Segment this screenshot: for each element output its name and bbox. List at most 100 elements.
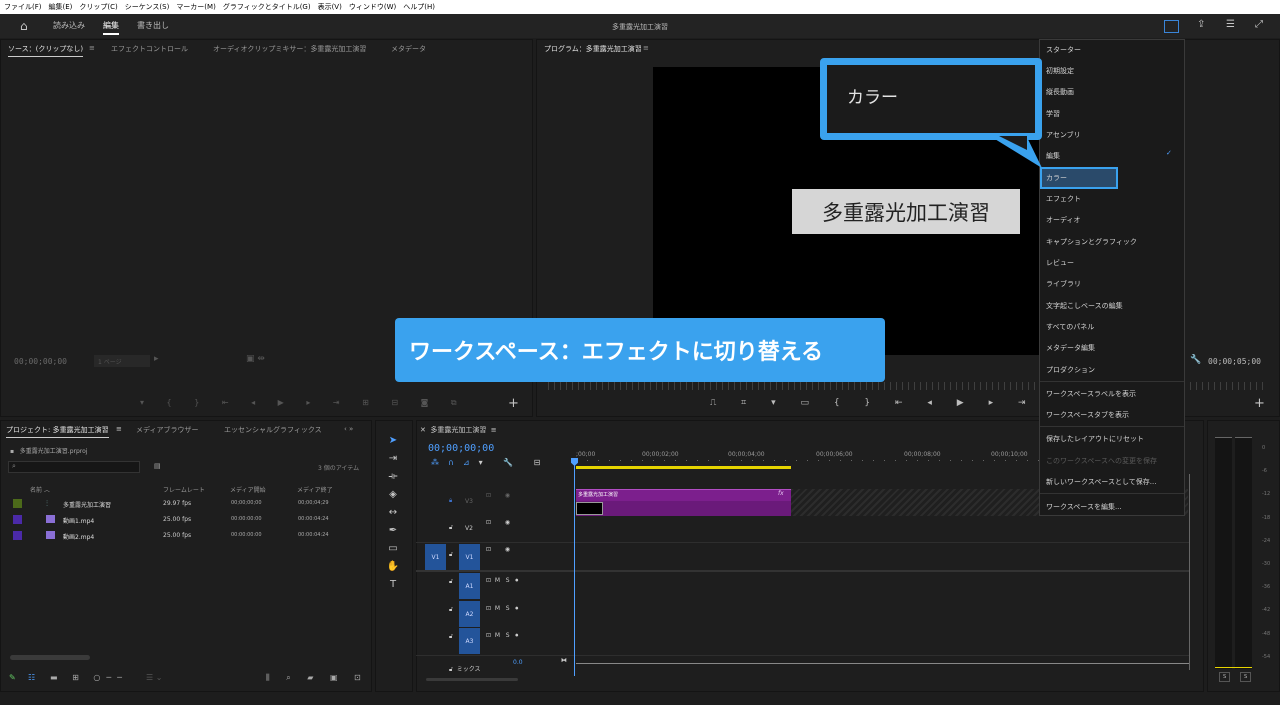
menu-option-labels[interactable]: ワークスペースラベルを表示 bbox=[1046, 389, 1136, 399]
solo-left-button[interactable]: S bbox=[1219, 672, 1231, 682]
track-label-v3[interactable]: V3 bbox=[465, 498, 473, 505]
menu-item-review[interactable]: レビュー bbox=[1046, 258, 1074, 268]
lock-icon[interactable]: 🔓︎ bbox=[449, 551, 453, 559]
tab-program[interactable]: プログラム：多重露光加工演習 bbox=[544, 44, 642, 56]
project-search-input[interactable]: ⌕ bbox=[8, 461, 140, 473]
ripple-edit-tool-icon[interactable]: ⟛ bbox=[386, 468, 400, 486]
timeline-tab[interactable]: ✕ 多重露光加工演習 ≡ bbox=[420, 425, 497, 435]
menu-item-audio[interactable]: オーディオ bbox=[1046, 215, 1081, 225]
tab-source[interactable]: ソース：(クリップなし) bbox=[8, 44, 84, 57]
col-media-start[interactable]: メディア開始 bbox=[230, 485, 266, 494]
menu-window[interactable]: ウィンドウ(W) bbox=[349, 2, 396, 12]
menu-edit[interactable]: 編集(E) bbox=[49, 2, 73, 12]
menu-action-edit[interactable]: ワークスペースを編集... bbox=[1046, 502, 1122, 512]
selection-tool-icon[interactable]: ➤ bbox=[386, 432, 400, 450]
menu-help[interactable]: ヘルプ(H) bbox=[403, 2, 435, 12]
pencil-icon[interactable]: ✎ bbox=[9, 673, 16, 682]
menu-clip[interactable]: クリップ(C) bbox=[79, 2, 117, 12]
menu-item-default[interactable]: 初期設定 bbox=[1046, 66, 1074, 76]
lock-icon[interactable]: 🔓︎ bbox=[449, 524, 453, 532]
tab-effect-controls[interactable]: エフェクトコントロール bbox=[111, 44, 188, 54]
track-label-a3[interactable]: A3 bbox=[459, 628, 480, 654]
vertical-scrollbar[interactable] bbox=[1189, 474, 1194, 670]
tab-metadata[interactable]: メタデータ bbox=[391, 44, 426, 54]
settings-icon[interactable]: ☰ bbox=[1226, 19, 1235, 30]
menu-item-effects[interactable]: エフェクト bbox=[1046, 194, 1081, 204]
menu-view[interactable]: 表示(V) bbox=[318, 2, 342, 12]
lock-icon[interactable]: 🔓︎ bbox=[449, 633, 453, 641]
col-name[interactable]: 名前 ︿ bbox=[30, 485, 50, 494]
menu-action-reset[interactable]: 保存したレイアウトにリセット bbox=[1046, 434, 1144, 444]
menu-item-metadata[interactable]: メタデータ編集 bbox=[1046, 343, 1095, 353]
solo-right-button[interactable]: S bbox=[1240, 672, 1252, 682]
hand-tool-icon[interactable]: ✋ bbox=[386, 558, 400, 576]
add-button-icon[interactable]: + bbox=[508, 396, 519, 411]
program-menu-icon[interactable]: ≡ bbox=[643, 44, 649, 52]
track-a1-controls[interactable]: ⊡ M S ⏺ bbox=[486, 577, 518, 585]
menu-option-tabs[interactable]: ワークスペースタブを表示 bbox=[1046, 410, 1129, 420]
menu-item-editing[interactable]: 編集 bbox=[1046, 151, 1060, 161]
table-row[interactable]: ⫶ 多重露光加工演習 29.97 fps 00;00;00;00 00;00;0… bbox=[0, 497, 370, 511]
lock-icon[interactable]: 🔒︎ bbox=[449, 497, 452, 505]
panel-chevron-icon[interactable]: ‹ » bbox=[344, 425, 353, 433]
fullscreen-icon[interactable]: ⤢ bbox=[1255, 19, 1263, 30]
track-v3-toggles[interactable]: ⊡ ◉ bbox=[486, 492, 516, 499]
mix-value[interactable]: 0.0 bbox=[513, 659, 523, 666]
track-label-a1[interactable]: A1 bbox=[459, 573, 480, 599]
project-menu-icon[interactable]: ≡ bbox=[116, 425, 122, 433]
tab-audio-mixer[interactable]: オーディオクリップミキサー：多重露光加工演習 bbox=[213, 44, 366, 54]
program-add-button-icon[interactable]: + bbox=[1254, 396, 1265, 411]
page-select[interactable]: 1 ページ bbox=[94, 355, 150, 367]
view-mode-icons[interactable]: ▬ ⊞ ○── bbox=[50, 673, 128, 682]
work-area-bar[interactable] bbox=[576, 466, 791, 469]
list-view-icon[interactable]: ☷ bbox=[28, 673, 35, 682]
mix-keyframe-icon[interactable]: ⧓ bbox=[561, 657, 567, 664]
clip-fx-badge[interactable]: fx bbox=[778, 490, 784, 497]
track-label-v2[interactable]: V2 bbox=[465, 525, 473, 532]
menu-item-color[interactable]: カラー bbox=[1046, 173, 1067, 183]
tab-project[interactable]: プロジェクト: 多重露光加工演習 bbox=[6, 425, 109, 438]
menu-graphics[interactable]: グラフィックとタイトル(G) bbox=[223, 2, 311, 12]
track-a2-controls[interactable]: ⊡ M S ⏺ bbox=[486, 605, 518, 613]
menu-sequence[interactable]: シーケンス(S) bbox=[125, 2, 170, 12]
menu-item-all-panels[interactable]: すべてのパネル bbox=[1046, 322, 1094, 332]
razor-tool-icon[interactable]: ◈ bbox=[386, 486, 400, 504]
wrench-icon[interactable]: 🔧 bbox=[1190, 355, 1201, 365]
sort-icon[interactable]: ☰ ⌄ bbox=[146, 673, 162, 682]
table-row[interactable]: 動画2.mp4 25.00 fps 00:00:00:00 00:00:04:2… bbox=[0, 529, 370, 543]
col-media-end[interactable]: メディア終了 bbox=[297, 485, 333, 494]
menu-item-learning[interactable]: 学習 bbox=[1046, 109, 1060, 119]
slip-tool-icon[interactable]: ↔ bbox=[386, 504, 400, 522]
track-v2-toggles[interactable]: ⊡ ◉ bbox=[486, 519, 516, 526]
timeline-timecode[interactable]: 00;00;00;00 bbox=[428, 443, 494, 454]
lock-icon[interactable]: 🔓︎ bbox=[449, 606, 453, 614]
menu-item-vertical[interactable]: 縦長動画 bbox=[1046, 87, 1074, 97]
tab-media-browser[interactable]: メディアブラウザー bbox=[136, 425, 199, 435]
nested-sequence-clip-body[interactable] bbox=[576, 501, 791, 516]
lock-icon[interactable]: 🔓︎ bbox=[449, 578, 453, 586]
pen-tool-icon[interactable]: ✒ bbox=[386, 522, 400, 540]
track-a3-controls[interactable]: ⊡ M S ⏺ bbox=[486, 632, 518, 640]
track-select-tool-icon[interactable]: ⇥ bbox=[386, 450, 400, 468]
menu-marker[interactable]: マーカー(M) bbox=[176, 2, 216, 12]
workspace-icon[interactable] bbox=[1164, 20, 1179, 33]
menu-item-libraries[interactable]: ライブラリ bbox=[1046, 279, 1081, 289]
timeline-tool-icons[interactable]: ⁂∩⊿▾ 🔧 ⊟ bbox=[431, 458, 549, 467]
source-patch-v1[interactable]: V1 bbox=[425, 544, 446, 570]
menu-item-assembly[interactable]: アセンブリ bbox=[1046, 130, 1081, 140]
tab-menu-icon[interactable]: ≡ bbox=[89, 44, 95, 52]
table-row[interactable]: 動画1.mp4 25.00 fps 00:00:00:00 00:00:04:2… bbox=[0, 513, 370, 527]
menu-file[interactable]: ファイル(F) bbox=[4, 2, 42, 12]
new-bin-icon[interactable]: ▤ bbox=[154, 462, 161, 470]
track-label-v1[interactable]: V1 bbox=[459, 544, 480, 570]
col-framerate[interactable]: フレームレート bbox=[163, 485, 205, 494]
share-icon[interactable]: ⇪ bbox=[1197, 19, 1205, 30]
tab-essential-graphics[interactable]: エッセンシャルグラフィックス bbox=[224, 425, 322, 435]
track-label-a2[interactable]: A2 bbox=[459, 601, 480, 627]
nested-sequence-clip[interactable]: 多重露光加工演習 fx bbox=[576, 489, 791, 501]
menu-action-save-new[interactable]: 新しいワークスペースとして保存... bbox=[1046, 477, 1156, 487]
type-tool-icon[interactable]: T bbox=[386, 576, 400, 594]
project-scrollbar[interactable] bbox=[10, 655, 90, 660]
playhead[interactable] bbox=[574, 458, 575, 676]
menu-item-starter[interactable]: スターター bbox=[1046, 45, 1081, 55]
